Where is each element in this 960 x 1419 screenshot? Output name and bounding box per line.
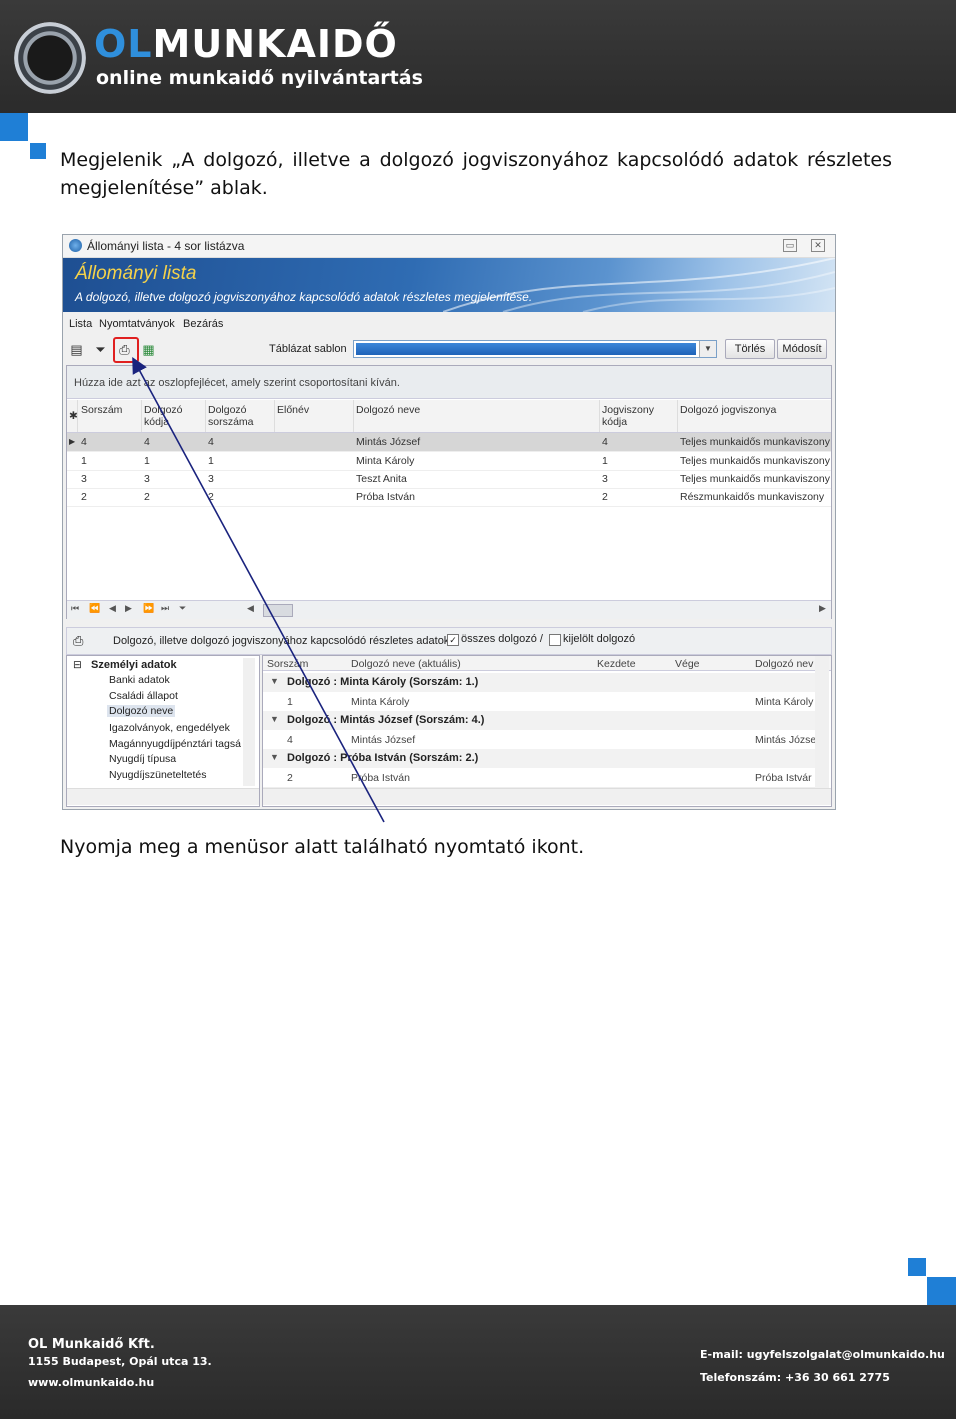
instruction-text: Nyomja meg a menüsor alatt található nyo… (60, 836, 585, 858)
footer-company: OL Munkaidő Kft. (28, 1337, 155, 1352)
annotation-arrow (132, 356, 385, 823)
footer-email[interactable]: E-mail: ugyfelszolgalat@olmunkaido.hu (700, 1348, 945, 1361)
footer-website[interactable]: www.olmunkaido.hu (28, 1376, 154, 1389)
page-footer: OL Munkaidő Kft. 1155 Budapest, Opál utc… (0, 1305, 956, 1419)
footer-phone: Telefonszám: +36 30 661 2775 (700, 1371, 890, 1384)
footer-address: 1155 Budapest, Opál utca 13. (28, 1355, 212, 1368)
